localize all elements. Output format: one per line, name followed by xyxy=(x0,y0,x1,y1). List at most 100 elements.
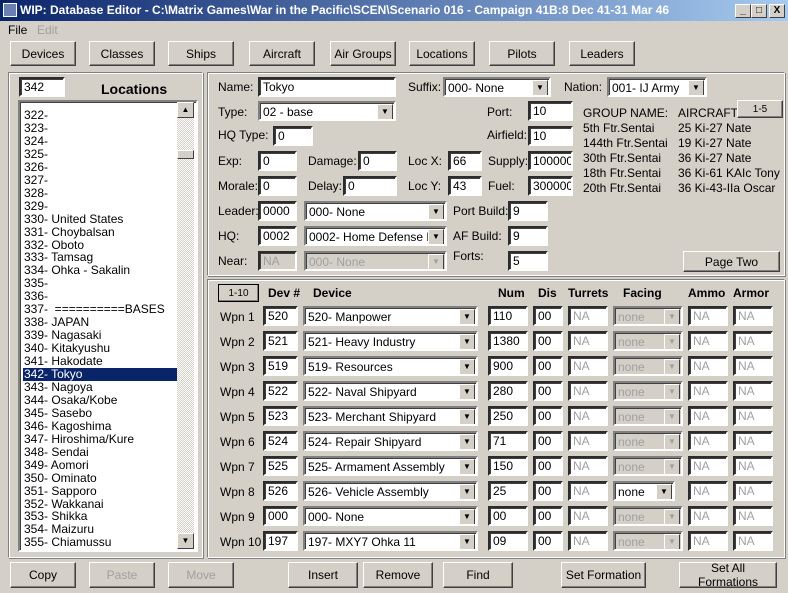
minimize-button[interactable]: _ xyxy=(735,4,751,18)
leader-select[interactable]: 000- None ▼ xyxy=(304,201,447,221)
loc-x-input[interactable]: 66 xyxy=(448,151,482,171)
page-two-button[interactable]: Page Two xyxy=(683,251,780,272)
forts-input[interactable]: 5 xyxy=(508,251,548,271)
ammo-input[interactable]: NA xyxy=(688,481,728,501)
turrets-input[interactable]: NA xyxy=(568,406,608,426)
facing-select[interactable]: none ▼ xyxy=(613,431,683,451)
nav-button-leaders[interactable]: Leaders xyxy=(569,41,635,66)
scroll-up-icon[interactable]: ▲ xyxy=(177,102,194,118)
maximize-button[interactable]: □ xyxy=(751,4,767,18)
turrets-input[interactable]: NA xyxy=(568,431,608,451)
dropdown-arrow-icon[interactable]: ▼ xyxy=(664,534,680,549)
num-input[interactable]: 71 xyxy=(488,431,528,451)
dev-number-input[interactable]: 526 xyxy=(263,481,298,501)
armor-input[interactable]: NA xyxy=(733,381,773,401)
num-input[interactable]: 900 xyxy=(488,356,528,376)
set-formation-button[interactable]: Set Formation xyxy=(561,562,646,588)
dropdown-arrow-icon[interactable]: ▼ xyxy=(459,434,475,449)
list-item[interactable]: 344- Osaka/Kobe xyxy=(23,393,181,407)
dropdown-arrow-icon[interactable]: ▼ xyxy=(664,334,680,349)
move-button[interactable]: Move xyxy=(168,562,234,588)
dev-number-input[interactable]: 520 xyxy=(263,306,298,326)
dropdown-arrow-icon[interactable]: ▼ xyxy=(664,434,680,449)
close-button[interactable]: X xyxy=(769,4,785,18)
nav-button-devices[interactable]: Devices xyxy=(10,41,76,66)
list-item[interactable]: 345- Sasebo xyxy=(23,406,181,420)
dis-input[interactable]: 00 xyxy=(533,456,563,476)
armor-input[interactable]: NA xyxy=(733,506,773,526)
fuel-input[interactable]: 300000 xyxy=(528,176,573,196)
near-input[interactable]: NA xyxy=(258,251,297,271)
ammo-input[interactable]: NA xyxy=(688,506,728,526)
location-index-input[interactable]: 342 xyxy=(19,77,65,97)
remove-button[interactable]: Remove xyxy=(363,562,433,588)
exp-input[interactable]: 0 xyxy=(258,151,297,171)
suffix-select[interactable]: 000- None ▼ xyxy=(443,77,551,97)
ammo-input[interactable]: NA xyxy=(688,406,728,426)
menu-file[interactable]: File xyxy=(8,23,27,37)
device-select[interactable]: 525- Armament Assembly ▼ xyxy=(303,456,478,476)
facing-select[interactable]: none ▼ xyxy=(613,456,683,476)
dropdown-arrow-icon[interactable]: ▼ xyxy=(656,484,672,499)
armor-input[interactable]: NA xyxy=(733,431,773,451)
dropdown-arrow-icon[interactable]: ▼ xyxy=(459,459,475,474)
list-item[interactable]: 329- xyxy=(23,199,181,213)
dev-number-input[interactable]: 523 xyxy=(263,406,298,426)
turrets-input[interactable]: NA xyxy=(568,381,608,401)
facing-select[interactable]: none ▼ xyxy=(613,406,683,426)
device-select[interactable]: 521- Heavy Industry ▼ xyxy=(303,331,478,351)
groups-range-button[interactable]: 1-5 xyxy=(737,100,783,118)
armor-input[interactable]: NA xyxy=(733,306,773,326)
dropdown-arrow-icon[interactable]: ▼ xyxy=(459,359,475,374)
dropdown-arrow-icon[interactable]: ▼ xyxy=(428,254,444,269)
morale-input[interactable]: 0 xyxy=(258,176,297,196)
leader-input[interactable]: 0000 xyxy=(258,201,297,221)
dis-input[interactable]: 00 xyxy=(533,406,563,426)
dev-number-input[interactable]: 197 xyxy=(263,531,298,551)
dev-number-input[interactable]: 524 xyxy=(263,431,298,451)
dropdown-arrow-icon[interactable]: ▼ xyxy=(688,80,704,95)
nav-button-air-groups[interactable]: Air Groups xyxy=(330,41,396,66)
dev-number-input[interactable]: 522 xyxy=(263,381,298,401)
dropdown-arrow-icon[interactable]: ▼ xyxy=(664,409,680,424)
armor-input[interactable]: NA xyxy=(733,356,773,376)
name-input[interactable]: Tokyo xyxy=(258,77,396,97)
num-input[interactable]: 00 xyxy=(488,506,528,526)
list-item[interactable]: 351- Sapporo xyxy=(23,484,181,498)
list-item[interactable]: 349- Aomori xyxy=(23,458,181,472)
dis-input[interactable]: 00 xyxy=(533,306,563,326)
list-item[interactable]: 343- Nagoya xyxy=(23,380,181,394)
device-select[interactable]: 000- None ▼ xyxy=(303,506,478,526)
nav-button-aircraft[interactable]: Aircraft xyxy=(249,41,315,66)
device-select[interactable]: 522- Naval Shipyard ▼ xyxy=(303,381,478,401)
list-item[interactable]: 330- United States xyxy=(23,212,181,226)
ammo-input[interactable]: NA xyxy=(688,331,728,351)
facing-select[interactable]: none ▼ xyxy=(613,506,683,526)
dis-input[interactable]: 00 xyxy=(533,331,563,351)
facing-select[interactable]: none ▼ xyxy=(613,531,683,551)
num-input[interactable]: 09 xyxy=(488,531,528,551)
airfield-input[interactable]: 10 xyxy=(528,126,573,146)
dropdown-arrow-icon[interactable]: ▼ xyxy=(664,459,680,474)
dropdown-arrow-icon[interactable]: ▼ xyxy=(428,229,444,244)
dis-input[interactable]: 00 xyxy=(533,481,563,501)
menu-edit[interactable]: Edit xyxy=(37,23,58,37)
device-select[interactable]: 523- Merchant Shipyard ▼ xyxy=(303,406,478,426)
port-build-input[interactable]: 9 xyxy=(508,201,548,221)
af-build-input[interactable]: 9 xyxy=(508,226,548,246)
dropdown-arrow-icon[interactable]: ▼ xyxy=(664,509,680,524)
list-item[interactable]: 356- B xyxy=(23,549,181,550)
dis-input[interactable]: 00 xyxy=(533,431,563,451)
scroll-thumb[interactable] xyxy=(177,150,194,159)
dropdown-arrow-icon[interactable]: ▼ xyxy=(428,204,444,219)
dropdown-arrow-icon[interactable]: ▼ xyxy=(664,359,680,374)
armor-input[interactable]: NA xyxy=(733,531,773,551)
turrets-input[interactable]: NA xyxy=(568,456,608,476)
nation-select[interactable]: 001- IJ Army ▼ xyxy=(607,77,707,97)
turrets-input[interactable]: NA xyxy=(568,481,608,501)
turrets-input[interactable]: NA xyxy=(568,331,608,351)
dis-input[interactable]: 00 xyxy=(533,356,563,376)
armor-input[interactable]: NA xyxy=(733,331,773,351)
device-select[interactable]: 520- Manpower ▼ xyxy=(303,306,478,326)
port-input[interactable]: 10 xyxy=(528,101,573,121)
